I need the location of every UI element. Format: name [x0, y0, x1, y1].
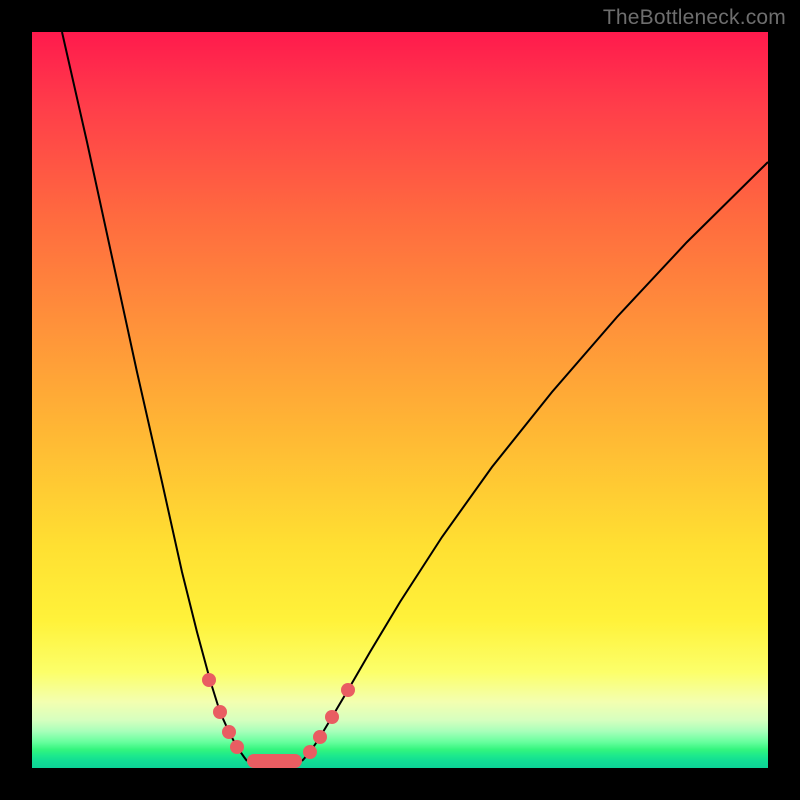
bead-marker — [222, 725, 236, 739]
bead-marker — [230, 740, 244, 754]
curve-left — [62, 32, 247, 761]
plot-area — [32, 32, 768, 768]
curve-right — [302, 162, 768, 761]
bead-markers — [202, 673, 355, 759]
bead-marker — [303, 745, 317, 759]
chart-frame: TheBottleneck.com — [0, 0, 800, 800]
bead-marker — [313, 730, 327, 744]
bead-marker — [341, 683, 355, 697]
curve-layer — [32, 32, 768, 768]
watermark-text: TheBottleneck.com — [603, 6, 786, 30]
minimum-pill — [247, 754, 302, 768]
bead-marker — [202, 673, 216, 687]
bead-marker — [325, 710, 339, 724]
bead-marker — [213, 705, 227, 719]
